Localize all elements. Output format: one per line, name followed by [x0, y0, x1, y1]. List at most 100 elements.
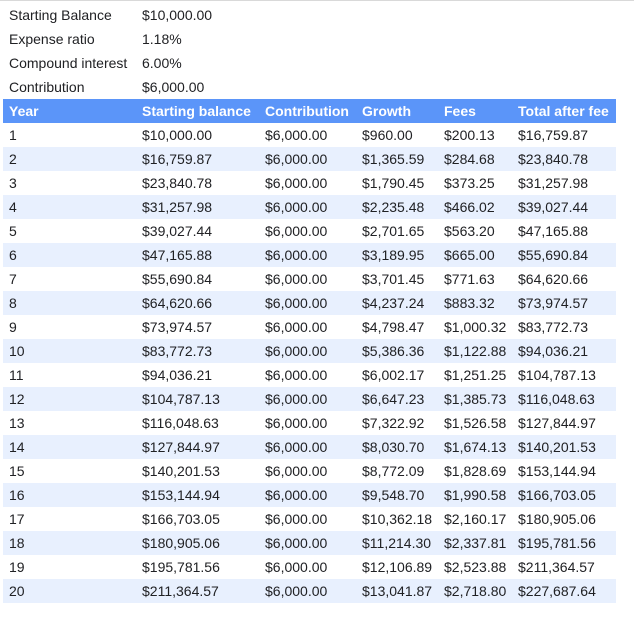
growth-cell[interactable]: $3,701.45 [362, 267, 444, 291]
total-after-fee-cell[interactable]: $73,974.57 [518, 291, 618, 315]
year-cell[interactable]: 18 [9, 531, 139, 555]
total-after-fee-cell[interactable]: $47,165.88 [518, 219, 618, 243]
contribution-cell[interactable]: $6,000.00 [265, 459, 361, 483]
summary-label-cell[interactable]: Contribution [9, 75, 143, 99]
total-after-fee-cell[interactable]: $39,027.44 [518, 195, 618, 219]
fees-cell[interactable]: $1,385.73 [444, 387, 518, 411]
summary-label-cell[interactable]: Starting Balance [9, 3, 143, 27]
contribution-cell[interactable]: $6,000.00 [265, 411, 361, 435]
summary-value-cell[interactable]: 6.00% [142, 51, 262, 75]
contribution-cell[interactable]: $6,000.00 [265, 507, 361, 531]
starting-balance-cell[interactable]: $166,703.05 [142, 507, 262, 531]
starting-balance-cell[interactable]: $64,620.66 [142, 291, 262, 315]
contribution-cell[interactable]: $6,000.00 [265, 339, 361, 363]
year-cell[interactable]: 17 [9, 507, 139, 531]
contribution-cell[interactable]: $6,000.00 [265, 123, 361, 147]
total-after-fee-cell[interactable]: $16,759.87 [518, 123, 618, 147]
total-after-fee-cell[interactable]: $227,687.64 [518, 579, 618, 603]
year-cell[interactable]: 16 [9, 483, 139, 507]
fees-cell[interactable]: $1,674.13 [444, 435, 518, 459]
growth-cell[interactable]: $4,798.47 [362, 315, 444, 339]
starting-balance-cell[interactable]: $73,974.57 [142, 315, 262, 339]
summary-label-cell[interactable]: Compound interest [9, 51, 143, 75]
starting-balance-cell[interactable]: $39,027.44 [142, 219, 262, 243]
contribution-cell[interactable]: $6,000.00 [265, 387, 361, 411]
year-cell[interactable]: 14 [9, 435, 139, 459]
year-cell[interactable]: 6 [9, 243, 139, 267]
contribution-cell[interactable]: $6,000.00 [265, 267, 361, 291]
summary-value-cell[interactable]: $10,000.00 [142, 3, 262, 27]
year-cell[interactable]: 3 [9, 171, 139, 195]
total-after-fee-cell[interactable]: $140,201.53 [518, 435, 618, 459]
header-year[interactable]: Year [9, 99, 139, 123]
fees-cell[interactable]: $883.32 [444, 291, 518, 315]
fees-cell[interactable]: $1,990.58 [444, 483, 518, 507]
total-after-fee-cell[interactable]: $31,257.98 [518, 171, 618, 195]
fees-cell[interactable]: $2,523.88 [444, 555, 518, 579]
fees-cell[interactable]: $1,122.88 [444, 339, 518, 363]
header-growth[interactable]: Growth [362, 99, 444, 123]
fees-cell[interactable]: $1,526.58 [444, 411, 518, 435]
year-cell[interactable]: 11 [9, 363, 139, 387]
total-after-fee-cell[interactable]: $211,364.57 [518, 555, 618, 579]
year-cell[interactable]: 2 [9, 147, 139, 171]
starting-balance-cell[interactable]: $55,690.84 [142, 267, 262, 291]
growth-cell[interactable]: $2,235.48 [362, 195, 444, 219]
starting-balance-cell[interactable]: $180,905.06 [142, 531, 262, 555]
fees-cell[interactable]: $2,160.17 [444, 507, 518, 531]
contribution-cell[interactable]: $6,000.00 [265, 219, 361, 243]
growth-cell[interactable]: $6,002.17 [362, 363, 444, 387]
fees-cell[interactable]: $466.02 [444, 195, 518, 219]
growth-cell[interactable]: $1,790.45 [362, 171, 444, 195]
fees-cell[interactable]: $1,251.25 [444, 363, 518, 387]
summary-value-cell[interactable]: 1.18% [142, 27, 262, 51]
contribution-cell[interactable]: $6,000.00 [265, 315, 361, 339]
starting-balance-cell[interactable]: $83,772.73 [142, 339, 262, 363]
growth-cell[interactable]: $13,041.87 [362, 579, 444, 603]
contribution-cell[interactable]: $6,000.00 [265, 147, 361, 171]
starting-balance-cell[interactable]: $16,759.87 [142, 147, 262, 171]
growth-cell[interactable]: $1,365.59 [362, 147, 444, 171]
growth-cell[interactable]: $12,106.89 [362, 555, 444, 579]
growth-cell[interactable]: $9,548.70 [362, 483, 444, 507]
starting-balance-cell[interactable]: $127,844.97 [142, 435, 262, 459]
fees-cell[interactable]: $563.20 [444, 219, 518, 243]
year-cell[interactable]: 13 [9, 411, 139, 435]
fees-cell[interactable]: $200.13 [444, 123, 518, 147]
starting-balance-cell[interactable]: $153,144.94 [142, 483, 262, 507]
growth-cell[interactable]: $5,386.36 [362, 339, 444, 363]
total-after-fee-cell[interactable]: $195,781.56 [518, 531, 618, 555]
year-cell[interactable]: 10 [9, 339, 139, 363]
fees-cell[interactable]: $771.63 [444, 267, 518, 291]
growth-cell[interactable]: $8,772.09 [362, 459, 444, 483]
fees-cell[interactable]: $2,337.81 [444, 531, 518, 555]
total-after-fee-cell[interactable]: $83,772.73 [518, 315, 618, 339]
summary-value-cell[interactable]: $6,000.00 [142, 75, 262, 99]
year-cell[interactable]: 7 [9, 267, 139, 291]
growth-cell[interactable]: $4,237.24 [362, 291, 444, 315]
contribution-cell[interactable]: $6,000.00 [265, 555, 361, 579]
contribution-cell[interactable]: $6,000.00 [265, 531, 361, 555]
growth-cell[interactable]: $8,030.70 [362, 435, 444, 459]
contribution-cell[interactable]: $6,000.00 [265, 243, 361, 267]
growth-cell[interactable]: $3,189.95 [362, 243, 444, 267]
contribution-cell[interactable]: $6,000.00 [265, 579, 361, 603]
fees-cell[interactable]: $373.25 [444, 171, 518, 195]
total-after-fee-cell[interactable]: $94,036.21 [518, 339, 618, 363]
growth-cell[interactable]: $960.00 [362, 123, 444, 147]
starting-balance-cell[interactable]: $116,048.63 [142, 411, 262, 435]
fees-cell[interactable]: $665.00 [444, 243, 518, 267]
starting-balance-cell[interactable]: $94,036.21 [142, 363, 262, 387]
year-cell[interactable]: 15 [9, 459, 139, 483]
starting-balance-cell[interactable]: $31,257.98 [142, 195, 262, 219]
contribution-cell[interactable]: $6,000.00 [265, 291, 361, 315]
total-after-fee-cell[interactable]: $127,844.97 [518, 411, 618, 435]
total-after-fee-cell[interactable]: $104,787.13 [518, 363, 618, 387]
growth-cell[interactable]: $2,701.65 [362, 219, 444, 243]
fees-cell[interactable]: $1,000.32 [444, 315, 518, 339]
starting-balance-cell[interactable]: $10,000.00 [142, 123, 262, 147]
header-contribution[interactable]: Contribution [265, 99, 361, 123]
header-total-after-fee[interactable]: Total after fee [518, 99, 618, 123]
starting-balance-cell[interactable]: $23,840.78 [142, 171, 262, 195]
year-cell[interactable]: 9 [9, 315, 139, 339]
